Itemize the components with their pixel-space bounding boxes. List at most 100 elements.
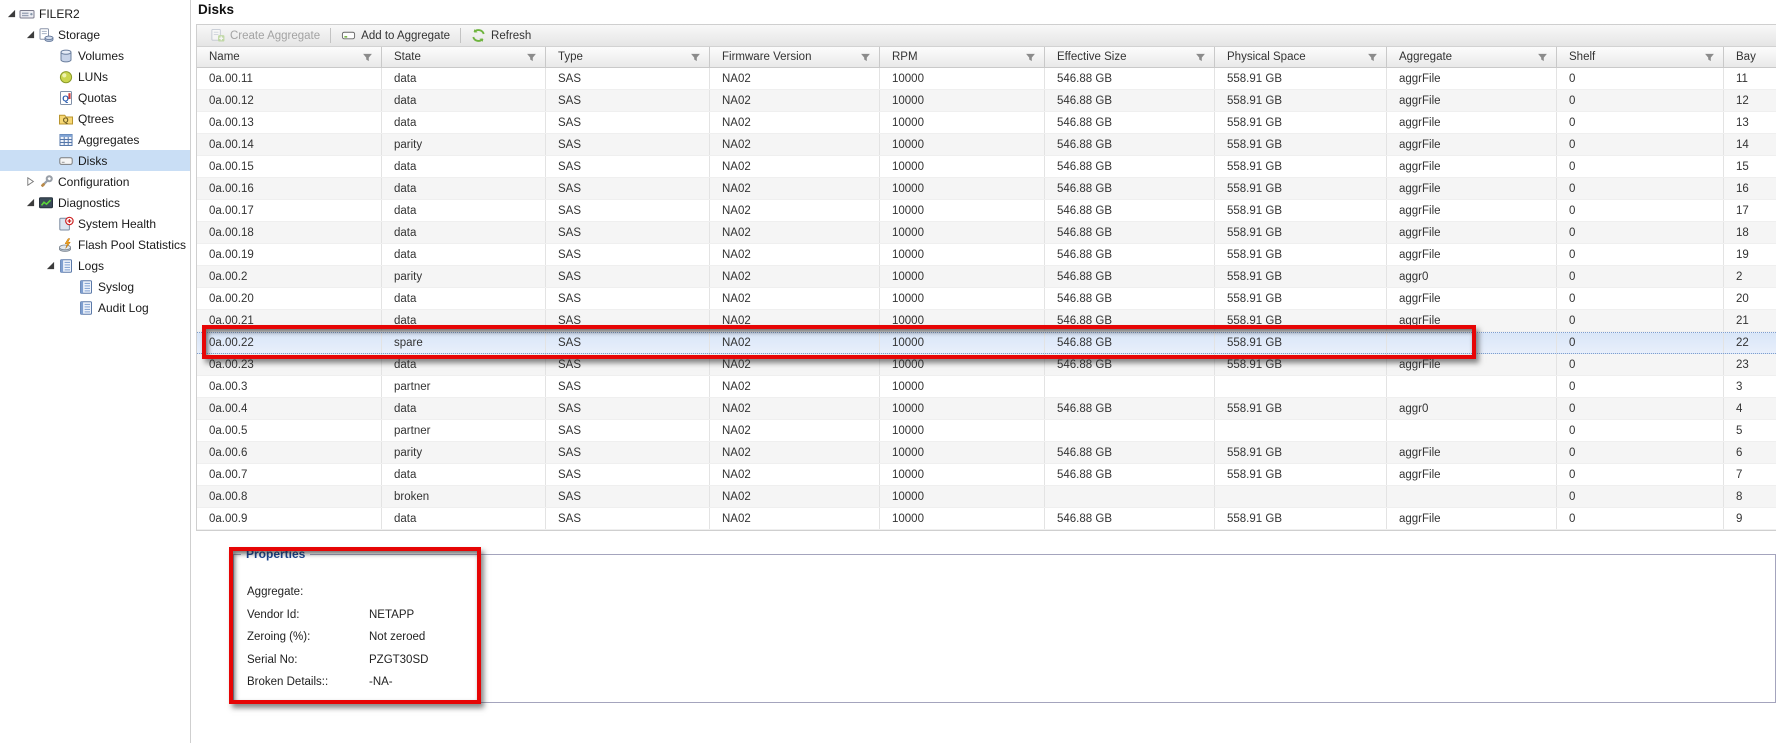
filter-funnel-icon[interactable] bbox=[1367, 52, 1378, 63]
tree-expander-icon[interactable] bbox=[24, 198, 37, 208]
cell-aggregate: aggrFile bbox=[1387, 156, 1557, 177]
tree-item-storage[interactable]: Storage bbox=[0, 24, 190, 45]
cell-bay: 2 bbox=[1736, 270, 1743, 283]
properties-panel: Properties Aggregate: Vendor Id: NETAPP … bbox=[233, 547, 1776, 703]
column-header-physical-space[interactable]: Physical Space bbox=[1215, 47, 1387, 67]
cell-state: data bbox=[382, 354, 546, 375]
table-row[interactable]: 0a.00.19 data SAS NA02 10000 546.88 GB 558.91 … bbox=[197, 244, 1776, 266]
cell-type: SAS bbox=[546, 156, 710, 177]
toolbar-separator bbox=[460, 28, 462, 43]
filter-funnel-icon[interactable] bbox=[860, 52, 871, 63]
cell-physical-space: 558.91 GB bbox=[1215, 310, 1387, 331]
table-row[interactable]: 0a.00.17 data SAS NA02 10000 546.88 GB 558.91 … bbox=[197, 200, 1776, 222]
cell-type: SAS bbox=[546, 376, 710, 397]
tree-item-syslog[interactable]: Syslog bbox=[0, 276, 190, 297]
tree-expander-icon[interactable] bbox=[24, 177, 37, 187]
tree-expander-icon bbox=[44, 240, 57, 250]
tree-item-audit-log[interactable]: Audit Log bbox=[0, 297, 190, 318]
cell-shelf: 0 bbox=[1557, 112, 1724, 133]
tree-item-label: Configuration bbox=[58, 174, 130, 189]
cell-state: data bbox=[382, 508, 546, 529]
disks-icon bbox=[57, 153, 74, 169]
table-row[interactable]: 0a.00.16 data SAS NA02 10000 546.88 GB 558.91 … bbox=[197, 178, 1776, 200]
tree-item-qtrees[interactable]: Q Qtrees bbox=[0, 108, 190, 129]
cell-name: 0a.00.16 bbox=[197, 178, 382, 199]
filter-funnel-icon[interactable] bbox=[1195, 52, 1206, 63]
diagnostics-icon bbox=[37, 195, 54, 211]
tree-item-system-health[interactable]: System Health bbox=[0, 213, 190, 234]
cell-effective-size bbox=[1045, 486, 1215, 507]
tree-item-quotas[interactable]: Q Quotas bbox=[0, 87, 190, 108]
filter-funnel-icon[interactable] bbox=[526, 52, 537, 63]
table-row[interactable]: 0a.00.21 data SAS NA02 10000 546.88 GB 558.91 … bbox=[197, 310, 1776, 332]
filter-funnel-icon[interactable] bbox=[1025, 52, 1036, 63]
tree-expander-icon[interactable] bbox=[44, 261, 57, 271]
table-row-selected[interactable]: 0a.00.22 spare SAS NA02 10000 546.88 GB 558.91… bbox=[197, 332, 1776, 354]
tree-item-diagnostics[interactable]: Diagnostics bbox=[0, 192, 190, 213]
column-header-firmware-version[interactable]: Firmware Version bbox=[710, 47, 880, 67]
table-row[interactable]: 0a.00.15 data SAS NA02 10000 546.88 GB 558.91 … bbox=[197, 156, 1776, 178]
cell-name: 0a.00.3 bbox=[197, 376, 382, 397]
column-header-state[interactable]: State bbox=[382, 47, 546, 67]
cell-aggregate: aggrFile bbox=[1387, 68, 1557, 89]
column-header-name[interactable]: Name bbox=[197, 47, 382, 67]
cell-shelf: 0 bbox=[1557, 398, 1724, 419]
table-row[interactable]: 0a.00.13 data SAS NA02 10000 546.88 GB 558.91 … bbox=[197, 112, 1776, 134]
cell-shelf: 0 bbox=[1557, 354, 1724, 375]
cell-state: partner bbox=[382, 420, 546, 441]
cell-bay: 23 bbox=[1736, 358, 1749, 371]
table-row[interactable]: 0a.00.23 data SAS NA02 10000 546.88 GB 558.91 … bbox=[197, 354, 1776, 376]
tree-item-filer2[interactable]: FILER2 bbox=[0, 3, 190, 24]
table-row[interactable]: 0a.00.2 parity SAS NA02 10000 546.88 GB 558.91… bbox=[197, 266, 1776, 288]
table-row[interactable]: 0a.00.9 data SAS NA02 10000 546.88 GB 558.91 G… bbox=[197, 508, 1776, 530]
table-row[interactable]: 0a.00.14 parity SAS NA02 10000 546.88 GB 558.9… bbox=[197, 134, 1776, 156]
table-row[interactable]: 0a.00.7 data SAS NA02 10000 546.88 GB 558.91 G… bbox=[197, 464, 1776, 486]
table-row[interactable]: 0a.00.3 partner SAS NA02 10000 0 3 bbox=[197, 376, 1776, 398]
filter-funnel-icon[interactable] bbox=[1704, 52, 1715, 63]
configuration-icon bbox=[37, 174, 54, 190]
tree-expander-icon[interactable] bbox=[5, 9, 18, 19]
filter-funnel-icon[interactable] bbox=[690, 52, 701, 63]
table-row[interactable]: 0a.00.8 broken SAS NA02 10000 0 8 bbox=[197, 486, 1776, 508]
tree-expander-icon bbox=[44, 51, 57, 61]
table-row[interactable]: 0a.00.18 data SAS NA02 10000 546.88 GB 558.91 … bbox=[197, 222, 1776, 244]
column-header-shelf[interactable]: Shelf bbox=[1557, 47, 1724, 67]
property-label: Vendor Id: bbox=[247, 608, 300, 621]
tree-item-flash-pool-statistics[interactable]: Flash Pool Statistics bbox=[0, 234, 190, 255]
column-header-bay[interactable]: Bay bbox=[1724, 47, 1776, 67]
tree-expander-icon bbox=[64, 303, 77, 313]
cell-shelf: 0 bbox=[1557, 244, 1724, 265]
cell-bay: 11 bbox=[1736, 72, 1748, 85]
tree-item-disks[interactable]: Disks bbox=[0, 150, 190, 171]
cell-bay: 21 bbox=[1736, 314, 1749, 327]
refresh-button[interactable]: Refresh bbox=[463, 26, 539, 46]
cell-name: 0a.00.17 bbox=[197, 200, 382, 221]
tree-item-configuration[interactable]: Configuration bbox=[0, 171, 190, 192]
cell-type: SAS bbox=[546, 486, 710, 507]
table-row[interactable]: 0a.00.4 data SAS NA02 10000 546.88 GB 558.91 G… bbox=[197, 398, 1776, 420]
column-header-effective-size[interactable]: Effective Size bbox=[1045, 47, 1215, 67]
cell-state: data bbox=[382, 398, 546, 419]
cell-firmware-version: NA02 bbox=[710, 310, 880, 331]
filter-funnel-icon[interactable] bbox=[1537, 52, 1548, 63]
cell-bay: 8 bbox=[1736, 490, 1743, 503]
property-value: Not zeroed bbox=[369, 631, 426, 644]
cell-name: 0a.00.8 bbox=[197, 486, 382, 507]
filter-funnel-icon[interactable] bbox=[362, 52, 373, 63]
tree-item-logs[interactable]: Logs bbox=[0, 255, 190, 276]
column-header-type[interactable]: Type bbox=[546, 47, 710, 67]
audit-log-icon bbox=[77, 300, 94, 316]
table-row[interactable]: 0a.00.5 partner SAS NA02 10000 0 5 bbox=[197, 420, 1776, 442]
table-row[interactable]: 0a.00.12 data SAS NA02 10000 546.88 GB 558.91 … bbox=[197, 90, 1776, 112]
tree-item-volumes[interactable]: Volumes bbox=[0, 45, 190, 66]
add-to-aggregate-button[interactable]: Add to Aggregate bbox=[333, 26, 458, 46]
tree-item-aggregates[interactable]: Aggregates bbox=[0, 129, 190, 150]
tree-expander-icon[interactable] bbox=[24, 30, 37, 40]
column-header-aggregate[interactable]: Aggregate bbox=[1387, 47, 1557, 67]
table-row[interactable]: 0a.00.11 data SAS NA02 10000 546.88 GB 558.91 … bbox=[197, 68, 1776, 90]
table-row[interactable]: 0a.00.20 data SAS NA02 10000 546.88 GB 558.91 … bbox=[197, 288, 1776, 310]
column-header-rpm[interactable]: RPM bbox=[880, 47, 1045, 67]
table-row[interactable]: 0a.00.6 parity SAS NA02 10000 546.88 GB 558.91… bbox=[197, 442, 1776, 464]
cell-state: data bbox=[382, 200, 546, 221]
tree-item-luns[interactable]: LUNs bbox=[0, 66, 190, 87]
